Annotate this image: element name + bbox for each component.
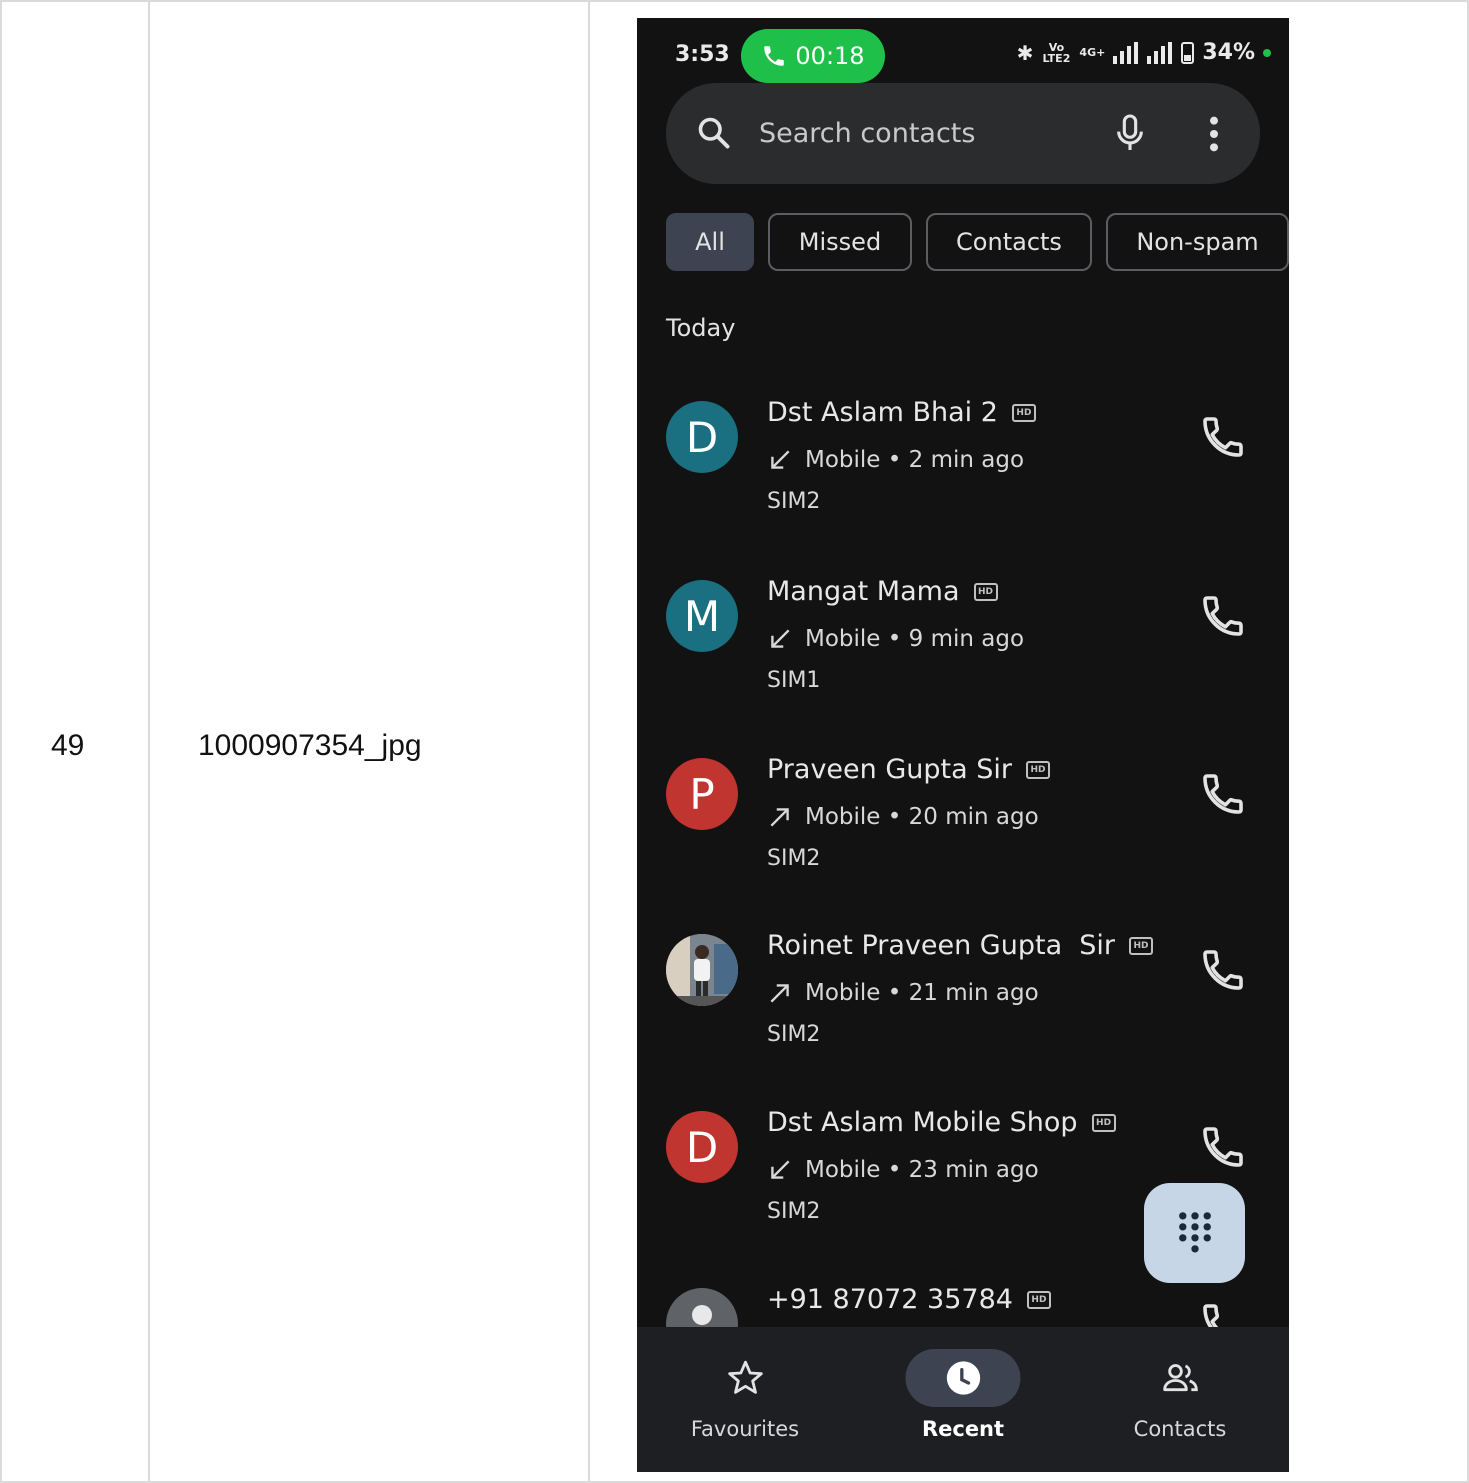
search-bar[interactable]: [666, 83, 1260, 184]
call-detail-line: Mobile • 21 min ago: [767, 980, 1039, 1006]
file-name: 1000907354_jpg: [198, 729, 422, 762]
table-border-left: [0, 0, 2, 1483]
battery-icon: [1181, 41, 1195, 64]
call-name-line: Praveen Gupta Sir HD: [767, 754, 1050, 785]
call-detail: Mobile • 9 min ago: [805, 626, 1025, 652]
outgoing-call-arrow-icon: [770, 984, 789, 1003]
hd-call-icon: HD: [973, 582, 998, 601]
sim-label: SIM2: [767, 1022, 821, 1047]
avatar: D: [666, 1111, 738, 1183]
filter-chip-missed[interactable]: Missed: [768, 213, 912, 271]
bluetooth-icon: ✱: [1016, 40, 1034, 65]
search-input[interactable]: [759, 113, 1099, 153]
nav-contacts[interactable]: Contacts: [1080, 1327, 1280, 1472]
call-detail: Mobile • 21 min ago: [805, 980, 1039, 1006]
call-name-line: Dst Aslam Mobile Shop HD: [767, 1107, 1116, 1138]
nav-label: Favourites: [690, 1417, 800, 1441]
call-back-phone-icon[interactable]: [1199, 946, 1247, 994]
battery-percent: 34%: [1202, 40, 1255, 65]
avatar: M: [666, 580, 738, 652]
signal-icon-2: [1147, 41, 1173, 64]
nav-contacts-icon-wrap: [1123, 1349, 1238, 1407]
contact-name: Praveen Gupta Sir: [767, 754, 1012, 785]
sim-label: SIM2: [767, 1199, 821, 1224]
call-detail: Mobile • 23 min ago: [805, 1157, 1039, 1183]
call-log-row[interactable]: M Mangat Mama HD Mobile • 9 min ago SIM1: [637, 576, 1289, 750]
call-back-phone-icon[interactable]: [1199, 592, 1247, 640]
nav-favourites-icon-wrap: [688, 1349, 803, 1407]
search-icon: [698, 117, 730, 149]
network-type-icon: 4G+: [1079, 46, 1106, 59]
nav-recent[interactable]: Recent: [863, 1327, 1063, 1472]
avatar-photo: [666, 934, 738, 1006]
call-log-row[interactable]: Roinet Praveen Gupta Sir HD Mobile • 21 …: [637, 930, 1289, 1104]
table-divider-1: [148, 0, 150, 1483]
call-detail: Mobile • 2 min ago: [805, 447, 1025, 473]
contact-name: Mangat Mama: [767, 576, 960, 607]
row-index: 49: [51, 729, 85, 762]
phone-screen: 3:53 00:18 ✱ Vo LTE2 4G+ 34% All Missed …: [637, 18, 1289, 1472]
incoming-call-arrow-icon: [771, 1160, 790, 1179]
sim-label: SIM2: [767, 846, 821, 871]
dialpad-button[interactable]: [1144, 1183, 1245, 1283]
sim-label: SIM2: [767, 489, 821, 514]
bottom-navigation: Favourites Recent Contacts: [637, 1327, 1289, 1472]
more-options-icon[interactable]: [1199, 114, 1229, 154]
avatar: D: [666, 401, 738, 473]
call-detail-line: Mobile • 2 min ago: [767, 447, 1024, 473]
call-back-phone-icon[interactable]: [1199, 770, 1247, 818]
table-divider-2: [588, 0, 590, 1483]
outgoing-call-arrow-icon: [770, 808, 789, 827]
nav-favourites[interactable]: Favourites: [645, 1327, 845, 1472]
call-name-line: Dst Aslam Bhai 2 HD: [767, 397, 1036, 428]
call-detail: Mobile • 20 min ago: [805, 804, 1039, 830]
table-border-top: [0, 0, 1469, 2]
people-icon: [1162, 1364, 1198, 1392]
filter-chip-non-spam[interactable]: Non-spam: [1106, 213, 1289, 271]
filter-chip-all[interactable]: All: [666, 213, 754, 271]
hd-call-icon: HD: [1129, 936, 1154, 955]
status-icons: ✱ Vo LTE2 4G+ 34%: [1017, 40, 1271, 65]
contact-name: Dst Aslam Mobile Shop: [767, 1107, 1078, 1138]
call-detail-line: Mobile • 9 min ago: [767, 626, 1024, 652]
clock-icon: [946, 1361, 980, 1395]
nav-recent-icon-wrap: [905, 1349, 1021, 1407]
hd-call-icon: HD: [1025, 760, 1050, 779]
call-back-phone-icon[interactable]: [1199, 413, 1247, 461]
hd-call-icon: HD: [1011, 403, 1036, 422]
ongoing-call-chip[interactable]: 00:18: [741, 29, 885, 83]
section-header-today: Today: [666, 314, 736, 342]
star-icon: [727, 1360, 763, 1394]
phone-icon: [764, 46, 785, 66]
nav-label: Recent: [921, 1417, 1005, 1441]
contact-name: Dst Aslam Bhai 2: [767, 397, 998, 428]
call-log-row[interactable]: P Praveen Gupta Sir HD Mobile • 20 min a…: [637, 754, 1289, 928]
call-detail-line: Mobile • 23 min ago: [767, 1157, 1039, 1183]
call-timer: 00:18: [795, 42, 865, 70]
contact-name: Roinet Praveen Gupta Sir: [767, 930, 1116, 961]
incoming-call-arrow-icon: [771, 629, 790, 648]
nav-label: Contacts: [1133, 1417, 1227, 1441]
incoming-call-arrow-icon: [771, 450, 790, 469]
avatar: P: [666, 758, 738, 830]
hd-call-icon: HD: [1091, 1113, 1116, 1132]
call-name-line: Mangat Mama HD: [767, 576, 998, 607]
call-back-phone-icon[interactable]: [1199, 1123, 1247, 1171]
hd-call-icon: HD: [1026, 1290, 1051, 1309]
call-name-line: +91 87072 35784 HD: [767, 1284, 1051, 1315]
signal-icon: [1113, 41, 1139, 64]
status-time: 3:53: [675, 42, 730, 67]
mic-icon[interactable]: [1113, 113, 1147, 153]
call-detail-line: Mobile • 20 min ago: [767, 804, 1039, 830]
privacy-dot: [1263, 48, 1271, 57]
volte-icon: Vo LTE2: [1042, 40, 1071, 65]
call-log-row[interactable]: D Dst Aslam Bhai 2 HD Mobile • 2 min ago…: [637, 397, 1289, 571]
filter-chip-contacts[interactable]: Contacts: [926, 213, 1092, 271]
dialpad-icon: [1178, 1212, 1211, 1253]
contact-name: +91 87072 35784: [767, 1284, 1013, 1315]
contact-photo-icon: [666, 934, 738, 1006]
sim-label: SIM1: [767, 668, 821, 693]
call-name-line: Roinet Praveen Gupta Sir HD: [767, 930, 1154, 961]
